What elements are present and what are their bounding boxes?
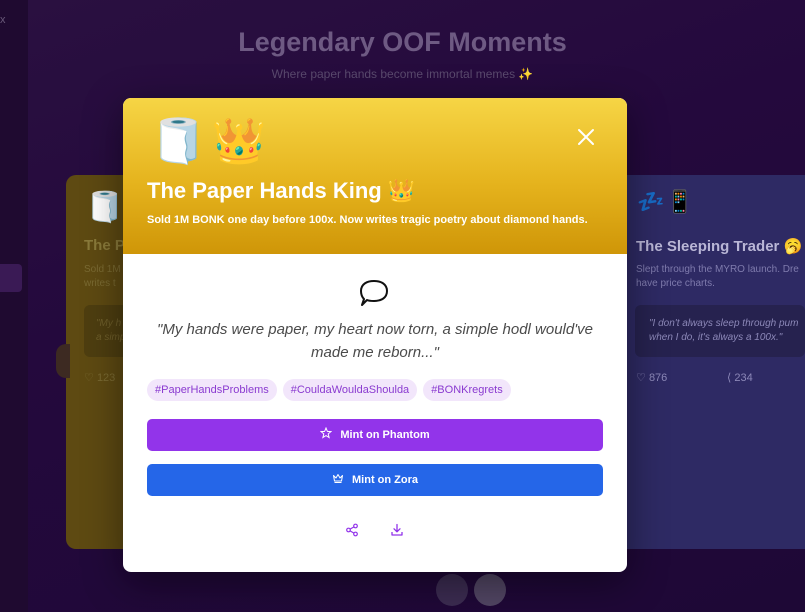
sleep-phone-icon: 💤📱 — [637, 189, 696, 214]
tag[interactable]: #CouldaWouldaShoulda — [282, 379, 418, 401]
close-icon — [578, 129, 594, 145]
carousel-dot-active[interactable] — [474, 574, 506, 606]
mint-zora-button[interactable]: Mint on Zora — [147, 464, 603, 496]
meme-card-right[interactable]: 💤📱 The Sleeping Trader 🥱 Slept through t… — [615, 175, 805, 549]
header-emojis: 🧻 👑 — [151, 116, 273, 168]
crown-icon: 👑 — [211, 117, 267, 166]
toilet-paper-icon: 🧻 — [86, 191, 124, 224]
heart-icon: ♡ — [84, 372, 94, 384]
modal-title: The Paper Hands King 👑 — [147, 178, 416, 203]
card-title: The P — [84, 237, 125, 254]
page-subtitle: Where paper hands become immortal memes … — [271, 67, 534, 81]
card-description: Slept through the MYRO launch. Dre have … — [636, 264, 799, 289]
sidebar-close-icon[interactable]: x — [0, 14, 6, 26]
modal-subtitle: Sold 1M BONK one day before 100x. Now wr… — [147, 214, 588, 226]
share-button[interactable] — [344, 522, 360, 538]
sidebar-active-item[interactable] — [0, 264, 22, 292]
share-icon: ⟨ — [727, 372, 732, 384]
share-icon — [346, 523, 358, 537]
download-icon — [391, 523, 403, 536]
heart-icon: ♡ — [636, 372, 646, 384]
card-likes[interactable]: ♡ 123 — [84, 371, 115, 384]
tag[interactable]: #PaperHandsProblems — [147, 379, 277, 401]
carousel-prev-button[interactable] — [56, 344, 70, 378]
card-quote: "I don't always sleep through pum when I… — [635, 305, 805, 357]
meme-quote: "My hands were paper, my heart now torn,… — [157, 321, 593, 361]
page-title: Legendary OOF Moments — [238, 27, 567, 57]
modal-header: 🧻 👑 The Paper Hands King 👑 Sold 1M BONK o… — [123, 98, 627, 254]
card-shares[interactable]: ⟨ 234 — [727, 371, 753, 384]
speech-bubble-icon — [357, 278, 391, 310]
meme-detail-modal: 🧻 👑 The Paper Hands King 👑 Sold 1M BONK o… — [123, 98, 627, 572]
sidebar: x — [0, 0, 28, 612]
close-button[interactable] — [573, 124, 599, 150]
download-button[interactable] — [389, 522, 405, 538]
crown-icon — [332, 464, 344, 496]
card-likes[interactable]: ♡ 876 — [636, 371, 667, 384]
card-title: The Sleeping Trader 🥱 — [636, 238, 803, 255]
tag[interactable]: #BONKregrets — [423, 379, 511, 401]
carousel-dot[interactable] — [436, 574, 468, 606]
star-icon — [320, 419, 333, 451]
tag-list: #PaperHandsProblems #CouldaWouldaShoulda #… — [147, 379, 517, 401]
mint-phantom-button[interactable]: Mint on Phantom — [147, 419, 603, 451]
card-description: Sold 1M writes t — [84, 264, 121, 289]
toilet-paper-icon: 🧻 — [151, 117, 206, 166]
